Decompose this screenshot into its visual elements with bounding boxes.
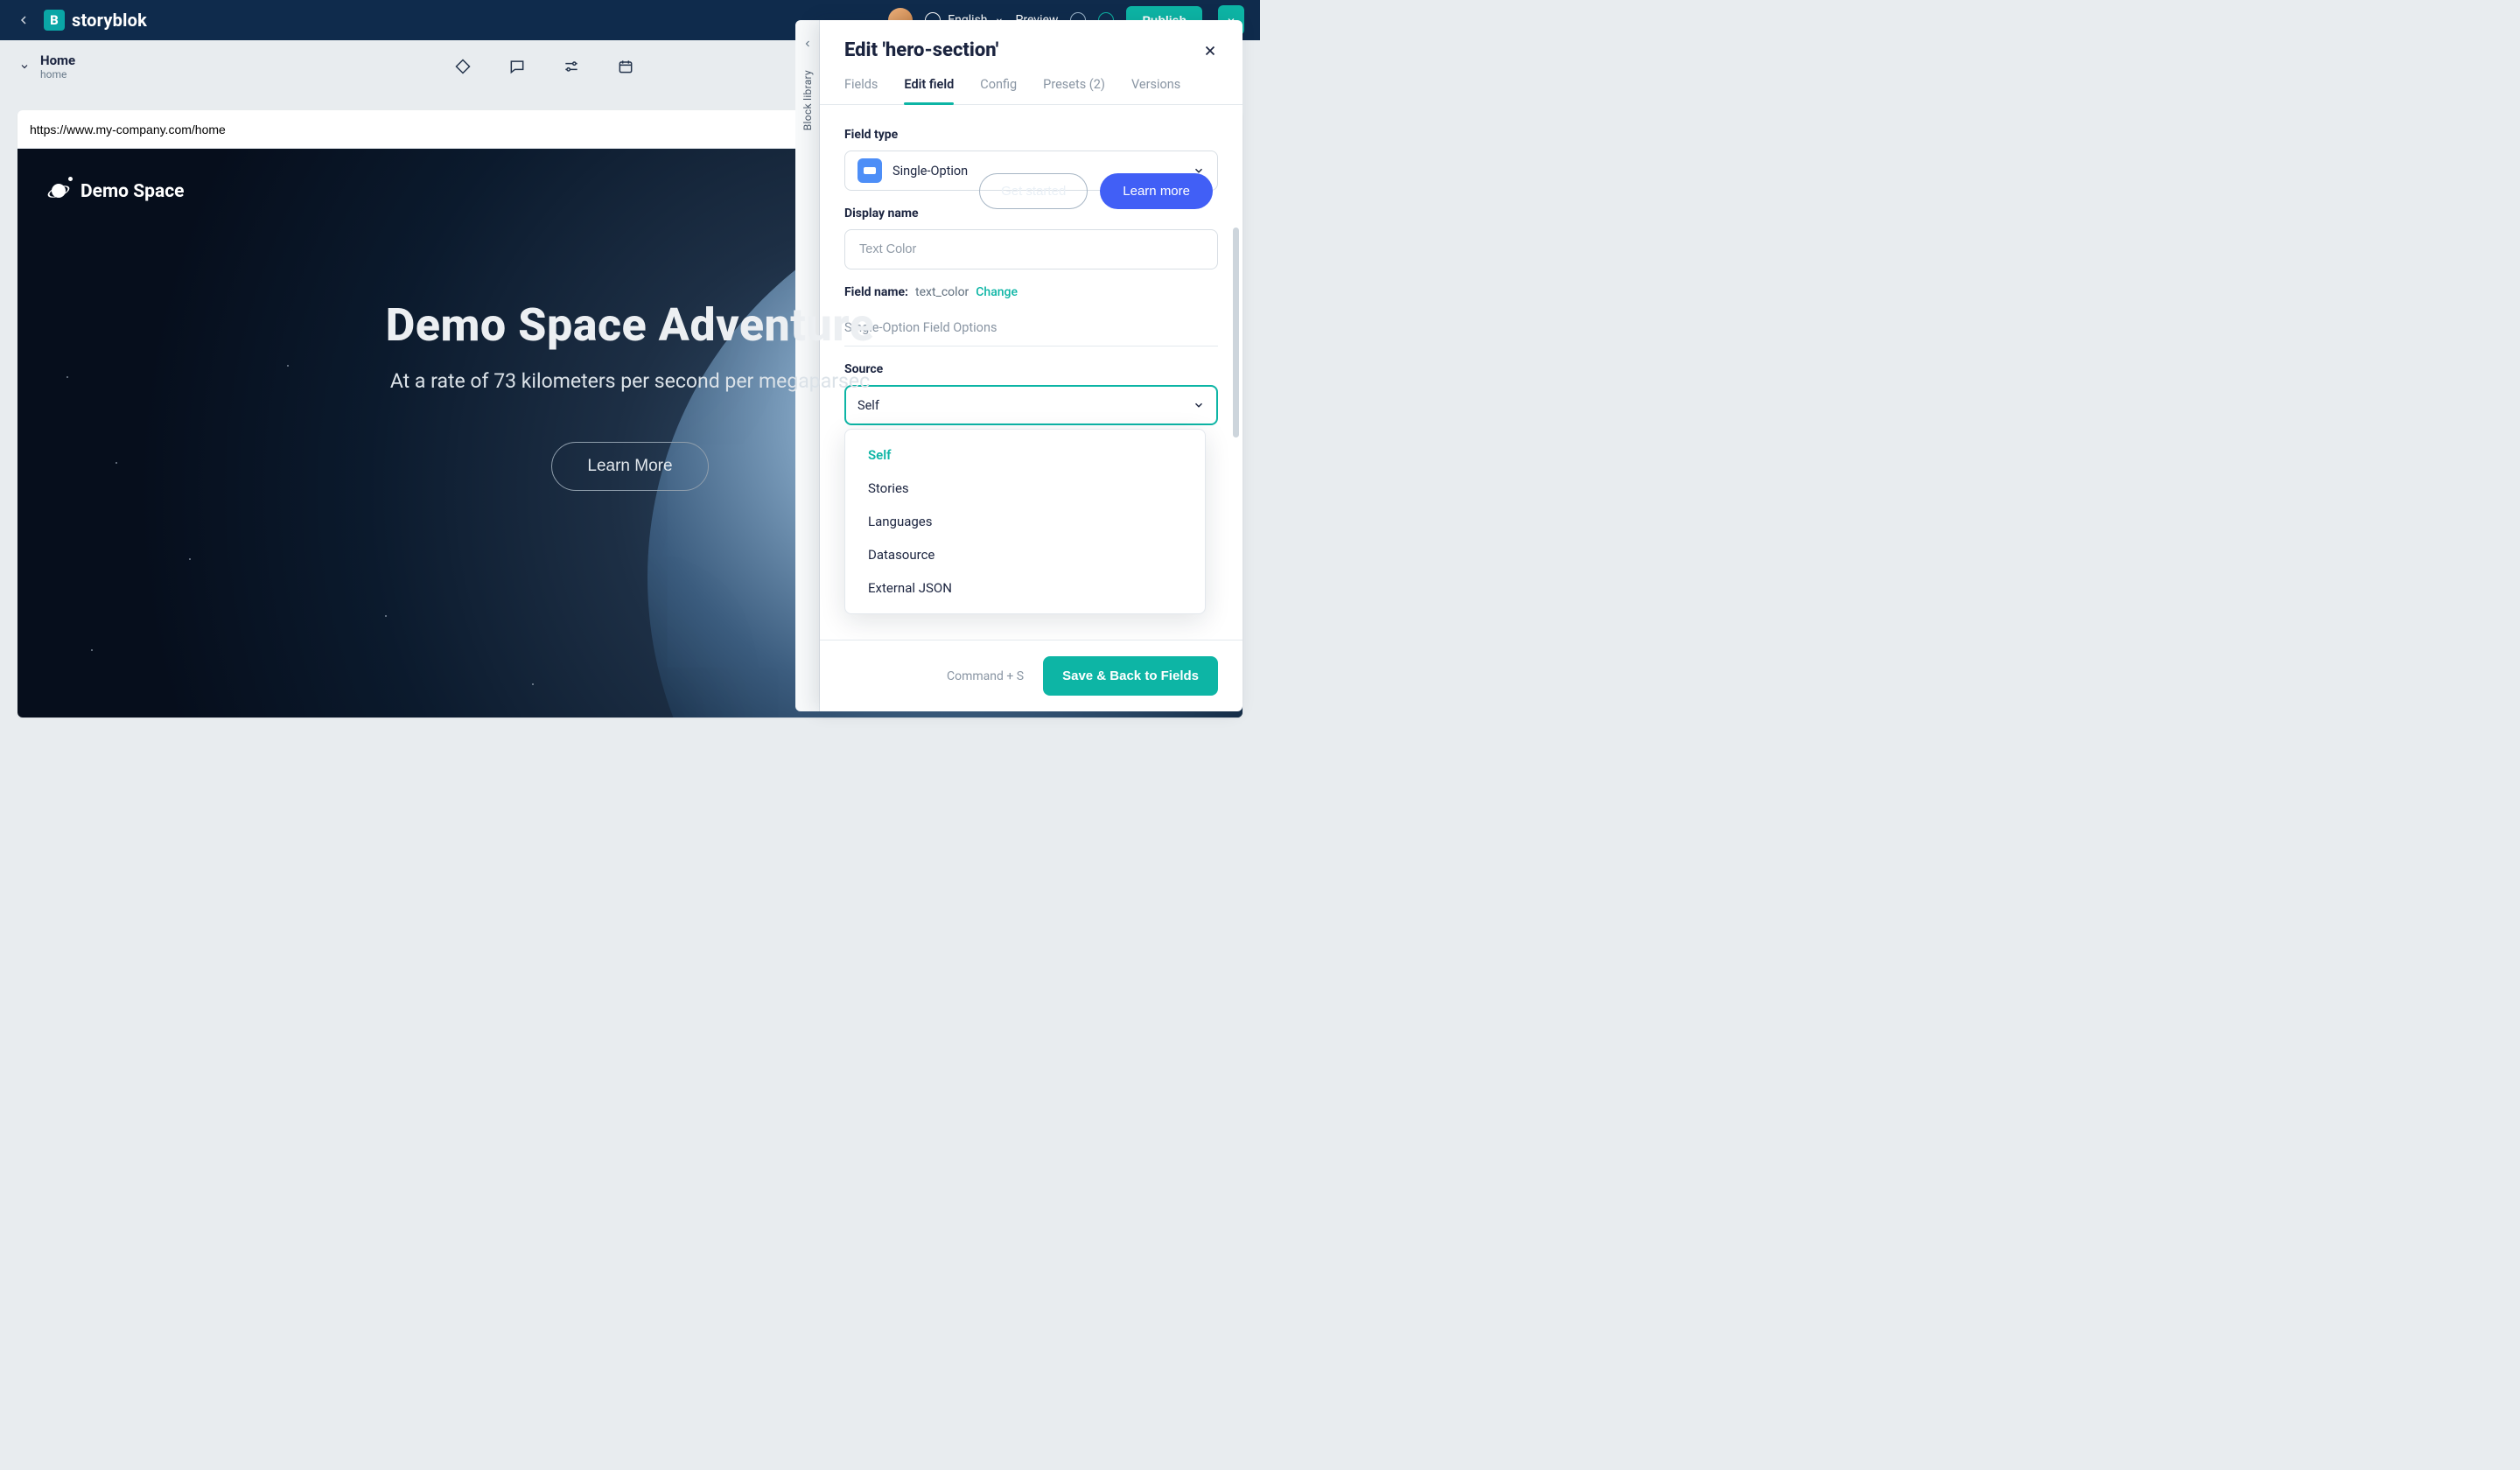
logo-mark-icon: B [44, 10, 65, 31]
tab-config[interactable]: Config [980, 77, 1017, 104]
site-brand[interactable]: Demo Space [47, 180, 185, 203]
calendar-icon[interactable] [616, 57, 635, 76]
source-option-datasource[interactable]: Datasource [845, 538, 1205, 571]
hero-subtitle: At a rate of 73 kilometers per second pe… [390, 369, 870, 393]
breadcrumb[interactable]: Home home [19, 52, 75, 80]
tab-edit-field[interactable]: Edit field [904, 77, 954, 104]
display-name-input[interactable] [844, 229, 1218, 270]
get-started-button[interactable]: Get started [979, 173, 1088, 209]
learn-more-nav-button[interactable]: Learn more [1100, 173, 1213, 209]
field-type-label: Field type [844, 128, 1218, 142]
tab-fields[interactable]: Fields [844, 77, 878, 104]
source-option-self[interactable]: Self [845, 438, 1205, 472]
shortcut-hint: Command + S [947, 669, 1024, 683]
chevron-down-icon[interactable] [19, 61, 30, 72]
field-name-row: Field name: text_color Change [844, 285, 1218, 299]
panel-tabs: Fields Edit field Config Presets (2) Ver… [820, 68, 1242, 105]
change-link[interactable]: Change [976, 285, 1018, 299]
learn-more-button[interactable]: Learn More [551, 442, 708, 491]
source-option-languages[interactable]: Languages [845, 505, 1205, 538]
close-icon[interactable] [1202, 43, 1218, 59]
panel-title: Edit 'hero-section' [844, 39, 998, 61]
planet-icon [47, 180, 70, 203]
settings-slider-icon[interactable] [562, 57, 581, 76]
hero-title: Demo Space Adventure [386, 298, 875, 352]
save-button[interactable]: Save & Back to Fields [1043, 656, 1218, 696]
brand-name: storyblok [72, 10, 147, 31]
shape-tool-icon[interactable] [453, 57, 472, 76]
site-brand-name: Demo Space [80, 181, 185, 202]
back-icon[interactable] [16, 12, 32, 28]
chevron-left-icon[interactable] [802, 36, 813, 52]
tab-presets[interactable]: Presets (2) [1043, 77, 1105, 104]
page-slug: home [40, 68, 75, 80]
source-option-stories[interactable]: Stories [845, 472, 1205, 505]
field-name-value: text_color [915, 285, 969, 299]
tab-versions[interactable]: Versions [1131, 77, 1180, 104]
source-option-external-json[interactable]: External JSON [845, 571, 1205, 605]
field-name-label: Field name: [844, 285, 908, 299]
block-library-label: Block library [802, 70, 814, 130]
site-nav: Demo Space Get started Learn more [18, 149, 1242, 227]
app-logo[interactable]: B storyblok [44, 10, 147, 31]
page-title: Home [40, 52, 75, 68]
comment-icon[interactable] [508, 57, 527, 76]
panel-footer: Command + S Save & Back to Fields [820, 640, 1242, 711]
source-dropdown: Self Stories Languages Datasource Extern… [844, 429, 1206, 614]
